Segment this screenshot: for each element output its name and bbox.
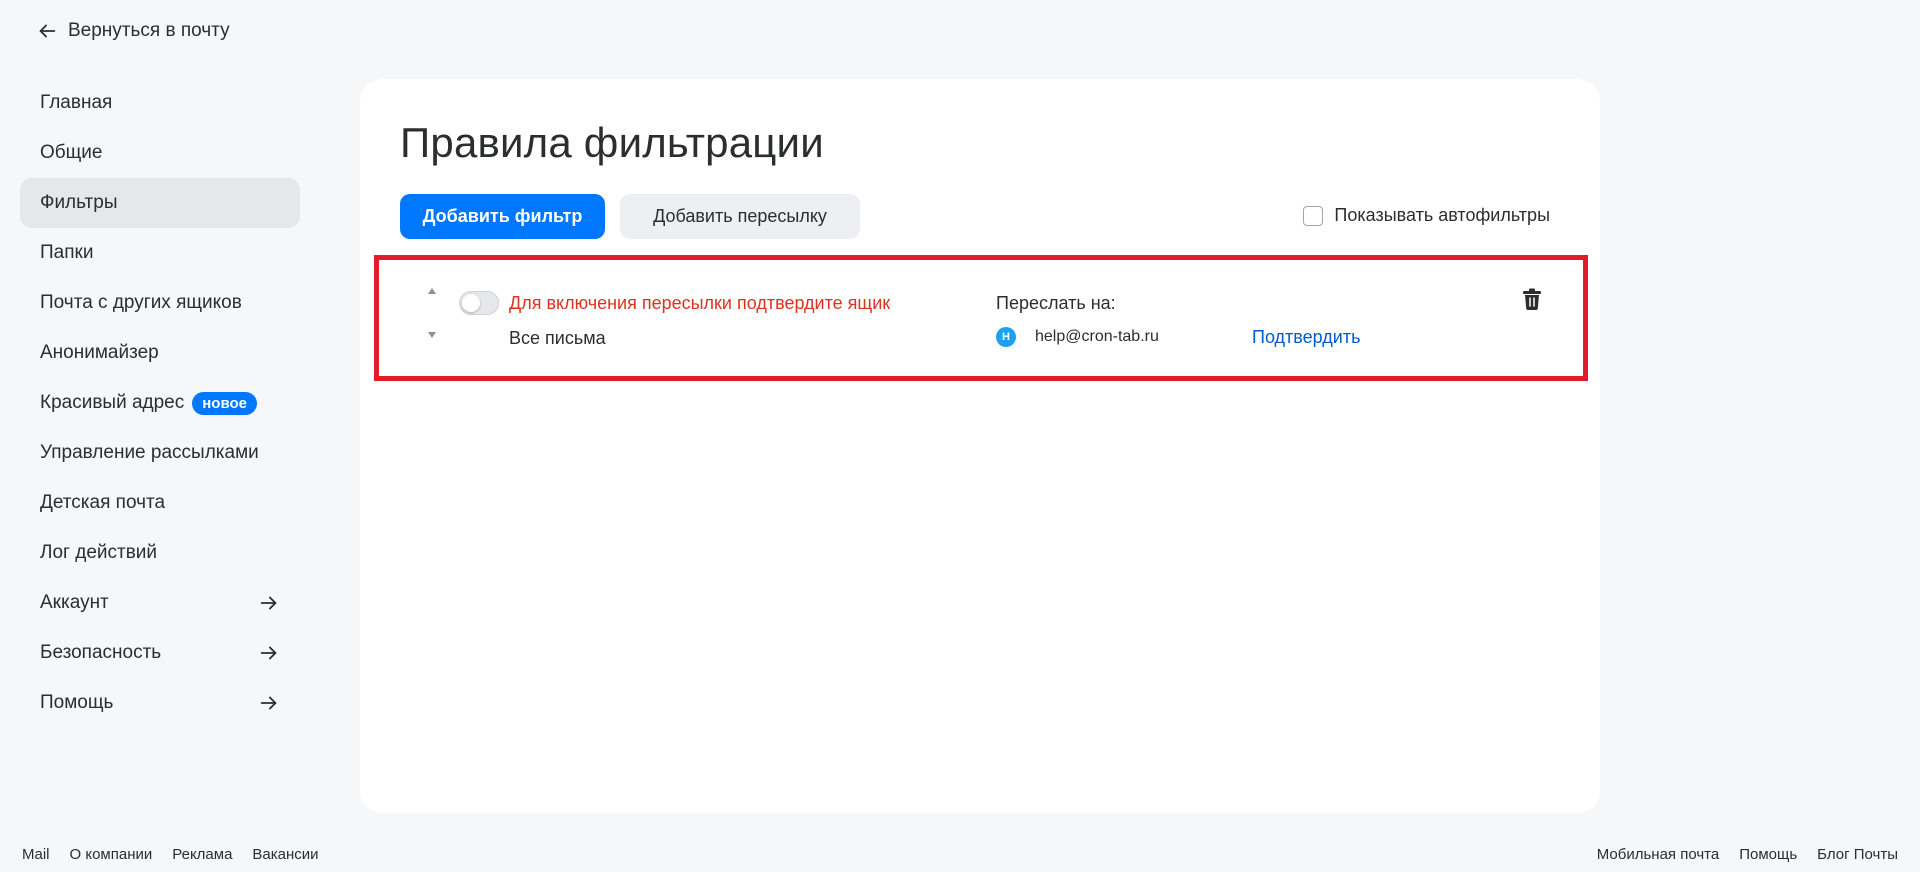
sidebar-item-label: Помощь <box>40 692 114 713</box>
move-down-icon[interactable] <box>428 332 436 338</box>
back-link-label: Вернуться в почту <box>68 20 230 41</box>
sidebar-item-anonymizer[interactable]: Анонимайзер <box>20 328 300 378</box>
sidebar-item-kids-mail[interactable]: Детская почта <box>20 478 300 528</box>
confirm-mailbox-warning: Для включения пересылки подтвердите ящик <box>509 293 891 313</box>
filters-card: Правила фильтрации Добавить фильтр Добав… <box>360 79 1600 813</box>
trash-icon[interactable] <box>1522 288 1542 310</box>
sidebar-item-label: Аккаунт <box>40 592 109 613</box>
filter-rule-row: Для включения пересылки подтвердите ящик… <box>374 255 1588 381</box>
arrow-left-icon <box>39 24 56 38</box>
sidebar-item-label: Главная <box>40 92 113 113</box>
filter-sort-controls <box>425 288 439 338</box>
arrow-right-icon <box>260 596 277 610</box>
forward-email: help@cron-tab.ru <box>1035 328 1159 345</box>
sidebar-item-label: Лог действий <box>40 542 158 563</box>
footer-link-mail[interactable]: Mail <box>22 846 50 863</box>
sidebar-item-action-log[interactable]: Лог действий <box>20 528 300 578</box>
sidebar-item-label: Фильтры <box>40 192 118 213</box>
sidebar-item-main[interactable]: Главная <box>20 78 300 128</box>
sidebar-item-security[interactable]: Безопасность <box>20 628 300 678</box>
sidebar-item-folders[interactable]: Папки <box>20 228 300 278</box>
settings-sidebar: Главная Общие Фильтры Папки Почта с друг… <box>20 78 300 728</box>
footer-link-jobs[interactable]: Вакансии <box>252 846 318 863</box>
sidebar-item-label: Почта с других ящиков <box>40 292 242 313</box>
sidebar-item-label: Управление рассылками <box>40 442 259 463</box>
footer-link-blog[interactable]: Блог Почты <box>1817 846 1898 863</box>
footer-link-mobile[interactable]: Мобильная почта <box>1597 846 1719 863</box>
footer-link-about[interactable]: О компании <box>70 846 153 863</box>
sidebar-item-label: Красивый адрес <box>40 392 185 413</box>
sidebar-item-label: Анонимайзер <box>40 342 159 363</box>
sidebar-item-label: Папки <box>40 242 94 263</box>
sidebar-item-general[interactable]: Общие <box>20 128 300 178</box>
sidebar-item-label: Безопасность <box>40 642 162 663</box>
show-autofilters-label: Показывать автофильтры <box>1334 205 1550 225</box>
sidebar-item-custom-address[interactable]: Красивый адрес новое <box>20 378 300 428</box>
arrow-right-icon <box>260 696 277 710</box>
sidebar-item-account[interactable]: Аккаунт <box>20 578 300 628</box>
show-autofilters-checkbox[interactable] <box>1303 205 1324 226</box>
sidebar-item-other-mailboxes[interactable]: Почта с других ящиков <box>20 278 300 328</box>
footer-left-links: Mail О компании Реклама Вакансии <box>22 846 319 863</box>
show-autofilters-option[interactable]: Показывать автофильтры <box>1303 205 1550 226</box>
sidebar-item-label: Общие <box>40 142 103 163</box>
back-to-mail-link[interactable]: Вернуться в почту <box>36 20 230 42</box>
footer-right-links: Мобильная почта Помощь Блог Почты <box>1597 846 1898 863</box>
move-up-icon[interactable] <box>428 288 436 294</box>
sidebar-item-subscriptions[interactable]: Управление рассылками <box>20 428 300 478</box>
arrow-right-icon <box>260 646 277 660</box>
footer-link-help[interactable]: Помощь <box>1739 846 1797 863</box>
page-title: Правила фильтрации <box>400 119 824 166</box>
filter-condition: Все письма <box>509 328 606 348</box>
new-badge: новое <box>192 391 258 415</box>
sidebar-item-help[interactable]: Помощь <box>20 678 300 728</box>
recipient-avatar: H <box>996 327 1016 347</box>
forward-to-label: Переслать на: <box>996 293 1116 313</box>
add-filter-button[interactable]: Добавить фильтр <box>400 194 605 239</box>
add-forward-button[interactable]: Добавить пересылку <box>620 194 860 239</box>
footer-link-ads[interactable]: Реклама <box>172 846 232 863</box>
settings-page: Вернуться в почту Главная Общие Фильтры … <box>0 0 1920 872</box>
sidebar-item-label: Детская почта <box>40 492 166 513</box>
filter-enable-toggle[interactable] <box>459 291 499 315</box>
sidebar-item-filters[interactable]: Фильтры <box>20 178 300 228</box>
toggle-knob <box>462 294 480 312</box>
confirm-link[interactable]: Подтвердить <box>1252 327 1360 348</box>
